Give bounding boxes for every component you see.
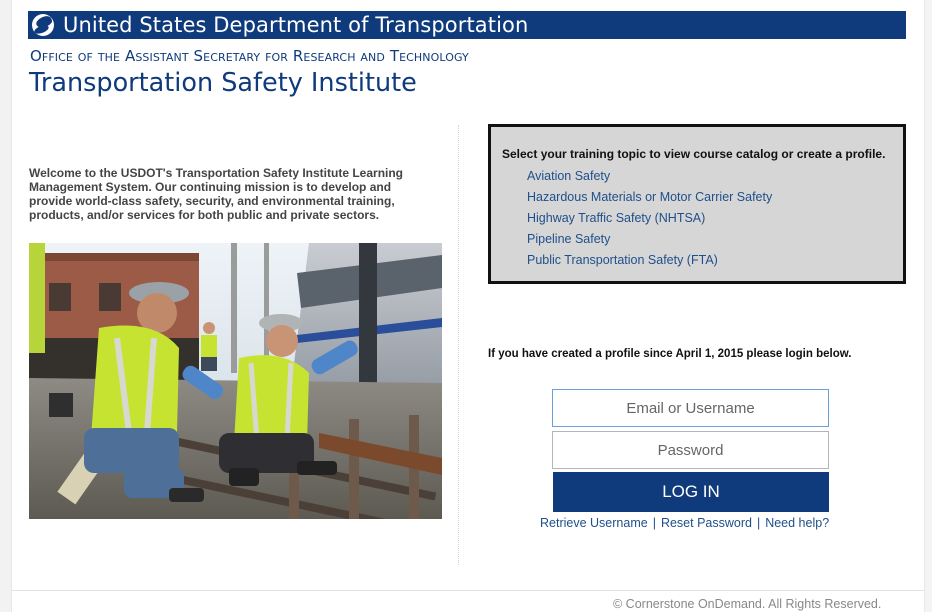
institute-title: Transportation Safety Institute bbox=[29, 68, 417, 98]
training-topics-heading: Select your training topic to view cours… bbox=[502, 147, 886, 161]
rail-inspection-photo bbox=[29, 243, 442, 519]
list-item: Aviation Safety bbox=[527, 165, 903, 186]
rail-inspection-photo-graphic bbox=[29, 243, 442, 519]
department-title: United States Department of Transportati… bbox=[63, 13, 529, 37]
link-separator: | bbox=[652, 516, 656, 530]
page-right-gutter bbox=[924, 0, 932, 612]
footer-copyright: © Cornerstone OnDemand. All Rights Reser… bbox=[613, 597, 882, 611]
welcome-text: Welcome to the USDOT's Transportation Sa… bbox=[29, 166, 404, 222]
login-button[interactable]: Log In bbox=[553, 472, 829, 512]
usdot-logo-icon bbox=[32, 14, 54, 36]
login-instructions: If you have created a profile since Apri… bbox=[488, 348, 852, 360]
list-item: Highway Traffic Safety (NHTSA) bbox=[527, 207, 903, 228]
list-item: Pipeline Safety bbox=[527, 228, 903, 249]
need-help-link[interactable]: Need help? bbox=[765, 516, 829, 530]
training-topics-panel: Select your training topic to view cours… bbox=[488, 124, 906, 284]
email-username-input[interactable] bbox=[552, 389, 829, 427]
dot-banner: United States Department of Transportati… bbox=[28, 11, 906, 39]
password-input[interactable] bbox=[552, 431, 829, 469]
topic-link-public-transportation[interactable]: Public Transportation Safety (FTA) bbox=[527, 253, 718, 267]
topic-link-highway-traffic[interactable]: Highway Traffic Safety (NHTSA) bbox=[527, 211, 705, 225]
topic-link-hazmat-motor-carrier[interactable]: Hazardous Materials or Motor Carrier Saf… bbox=[527, 190, 772, 204]
page-left-gutter bbox=[0, 0, 12, 612]
account-help-links: Retrieve Username | Reset Password | Need he… bbox=[540, 516, 829, 530]
topic-link-pipeline-safety[interactable]: Pipeline Safety bbox=[527, 232, 610, 246]
list-item: Hazardous Materials or Motor Carrier Saf… bbox=[527, 186, 903, 207]
training-topics-list: Aviation Safety Hazardous Materials or M… bbox=[502, 165, 903, 270]
office-title: Office of the Assistant Secretary for Re… bbox=[30, 47, 469, 65]
list-item: Public Transportation Safety (FTA) bbox=[527, 249, 903, 270]
topic-link-aviation-safety[interactable]: Aviation Safety bbox=[527, 169, 610, 183]
column-divider bbox=[458, 125, 459, 565]
link-separator: | bbox=[756, 516, 761, 530]
reset-password-link[interactable]: Reset Password bbox=[661, 516, 752, 530]
footer-divider bbox=[12, 590, 924, 591]
retrieve-username-link[interactable]: Retrieve Username bbox=[540, 516, 648, 530]
